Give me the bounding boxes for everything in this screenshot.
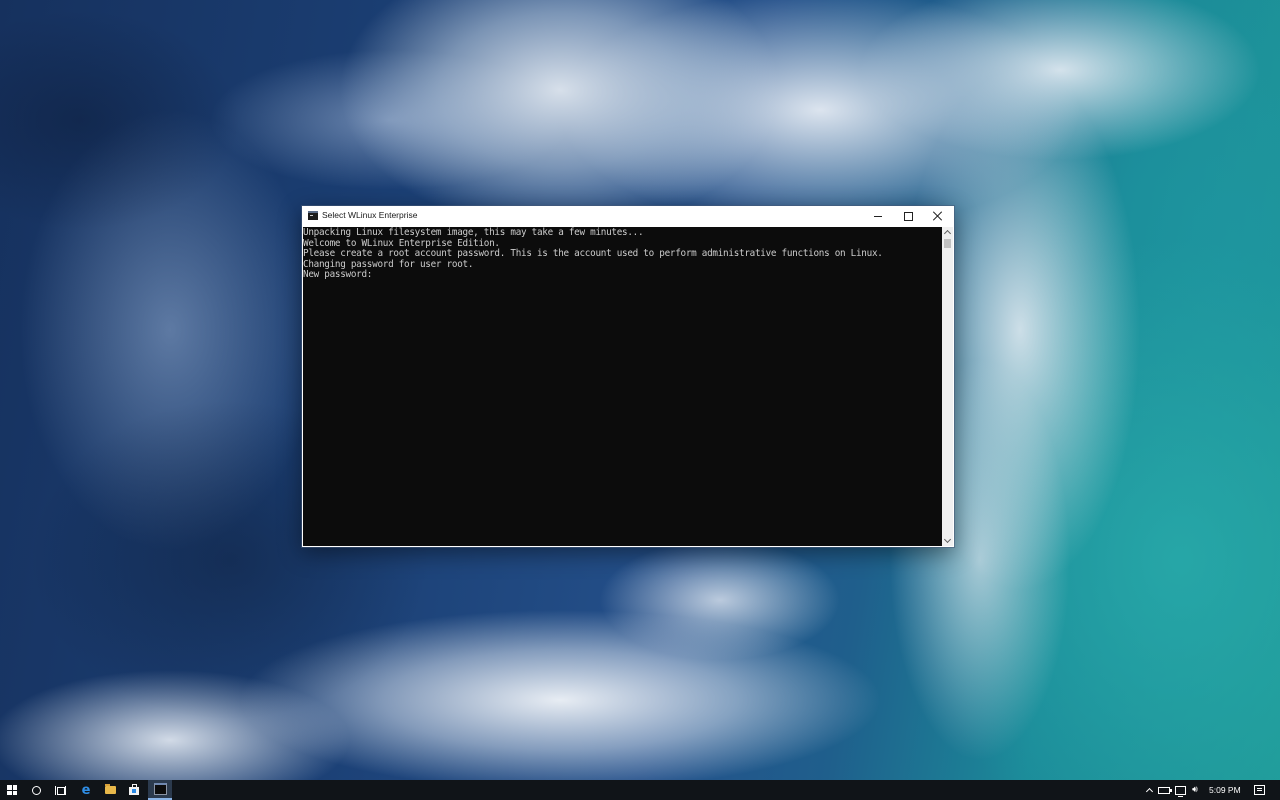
- task-view-button[interactable]: [48, 780, 72, 800]
- console-line: Changing password for user root.: [303, 258, 474, 270]
- chevron-up-icon: [943, 229, 952, 238]
- battery-icon: [1158, 786, 1172, 794]
- cortana-button[interactable]: [24, 780, 48, 800]
- taskbar-clock[interactable]: 5:09 PM: [1209, 785, 1241, 795]
- network-icon: [1174, 785, 1186, 797]
- window-title: Select WLinux Enterprise: [322, 210, 418, 220]
- cortana-search-icon: [31, 785, 41, 795]
- console-line: Unpacking Linux filesystem image, this m…: [303, 227, 644, 238]
- chevron-down-icon: [943, 535, 952, 544]
- close-button[interactable]: [923, 206, 953, 226]
- notification-icon: [1253, 785, 1265, 795]
- edge-icon: e: [81, 782, 91, 798]
- action-center-button[interactable]: [1251, 780, 1267, 800]
- chevron-up-icon: [1145, 787, 1153, 796]
- console-icon: [308, 211, 318, 220]
- maximize-icon: [903, 211, 913, 221]
- store-button[interactable]: [122, 780, 146, 800]
- store-icon: [129, 784, 139, 795]
- network-button[interactable]: [1173, 780, 1187, 800]
- task-view-icon: [54, 785, 66, 795]
- minimize-button[interactable]: [863, 206, 893, 226]
- edge-button[interactable]: e: [74, 780, 98, 800]
- close-icon: [933, 211, 943, 221]
- password-prompt[interactable]: New password:: [303, 270, 942, 281]
- maximize-button[interactable]: [893, 206, 923, 226]
- taskbar: e 🔊︎ 5:09 PM: [0, 780, 1280, 800]
- file-explorer-button[interactable]: [98, 780, 122, 800]
- scroll-up-button[interactable]: [942, 227, 953, 238]
- volume-icon: 🔊︎: [1192, 785, 1198, 795]
- show-hidden-icons-button[interactable]: [1143, 780, 1155, 800]
- windows-start-icon: [7, 785, 17, 795]
- file-explorer-icon: [104, 784, 116, 794]
- console-output[interactable]: Unpacking Linux filesystem image, this m…: [303, 227, 942, 546]
- volume-button[interactable]: 🔊︎: [1188, 780, 1202, 800]
- scroll-down-button[interactable]: [942, 535, 953, 546]
- console-app-icon: [153, 783, 167, 795]
- vertical-scrollbar[interactable]: [942, 227, 953, 546]
- minimize-icon: [874, 216, 882, 217]
- start-button[interactable]: [0, 780, 24, 800]
- console-window[interactable]: Select WLinux Enterprise Unpacking Linux…: [302, 206, 954, 547]
- scrollbar-thumb[interactable]: [944, 239, 951, 248]
- window-titlebar[interactable]: Select WLinux Enterprise: [302, 206, 954, 226]
- battery-button[interactable]: [1157, 780, 1172, 800]
- console-taskbar-button[interactable]: [148, 780, 172, 800]
